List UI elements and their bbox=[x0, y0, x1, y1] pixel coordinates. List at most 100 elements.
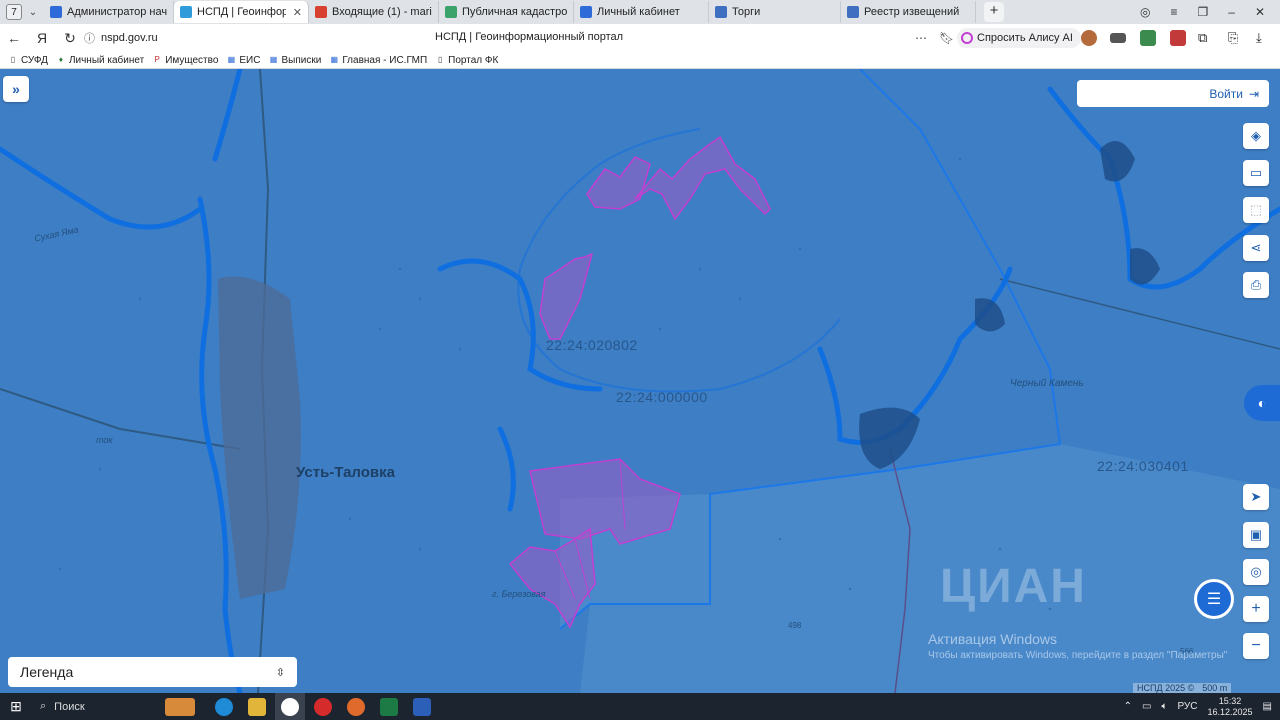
taskbar-app-edge[interactable] bbox=[209, 693, 239, 720]
activation-hint: Чтобы активировать Windows, перейдите в … bbox=[928, 650, 1228, 661]
height-label: 498 bbox=[788, 621, 802, 630]
share-button[interactable]: ⋖ bbox=[1243, 235, 1269, 261]
taskbar-app-yandex[interactable] bbox=[275, 693, 305, 720]
browser-tab[interactable]: Публичная кадастровая bbox=[439, 1, 574, 23]
more-options-icon[interactable]: ⋯ bbox=[915, 31, 927, 45]
browser-tab[interactable]: Личный кабинет bbox=[574, 1, 709, 23]
location-icon: ◎ bbox=[1250, 564, 1262, 579]
extension-green-icon[interactable] bbox=[1140, 30, 1156, 46]
extensions-puzzle-icon[interactable]: ⧉ bbox=[1198, 30, 1214, 46]
taskbar-app-opera[interactable] bbox=[308, 693, 338, 720]
doc-icon: ▯ bbox=[437, 55, 443, 64]
activation-title: Активация Windows bbox=[928, 631, 1058, 647]
extension-avatar-icon[interactable] bbox=[1081, 30, 1097, 46]
search-icon: ⌕ bbox=[40, 700, 47, 712]
assistant-side-tab[interactable]: ◐ bbox=[1244, 385, 1280, 421]
bookmarks-bar: ▯ СУФД ♦ Личный кабинет Р Имущество ▦ ЕИС ▦ Выпис… bbox=[0, 52, 1280, 69]
taskbar-app-excel[interactable] bbox=[374, 693, 404, 720]
grid-icon: ▦ bbox=[227, 55, 236, 64]
close-tab-icon[interactable]: ✕ bbox=[293, 6, 302, 19]
zoom-in-icon: + bbox=[1251, 600, 1261, 617]
taskbar-app-firefox[interactable] bbox=[341, 693, 371, 720]
bookmark-item[interactable]: ▦ ЕИС bbox=[226, 55, 261, 66]
reload-icon[interactable]: ↻ bbox=[56, 30, 84, 47]
layers-button[interactable]: ◈ bbox=[1243, 123, 1269, 149]
select-area-icon: ⬚ bbox=[1249, 202, 1263, 217]
extension-card-icon[interactable] bbox=[1110, 33, 1126, 43]
site-info-icon[interactable]: ⓘ bbox=[84, 30, 95, 46]
location-button[interactable]: ◎ bbox=[1243, 559, 1269, 585]
zoom-in-button[interactable]: + bbox=[1243, 596, 1269, 622]
close-window-icon[interactable]: ✕ bbox=[1255, 5, 1265, 19]
taskbar-search[interactable]: ⌕ Поиск bbox=[32, 693, 162, 720]
copyright-text: НСПД 2025 © bbox=[1137, 683, 1195, 693]
navigate-icon: ➤ bbox=[1250, 489, 1262, 504]
login-button[interactable]: Войти ⇥ bbox=[1077, 80, 1269, 107]
ask-alice-button[interactable]: Спросить Алису AI bbox=[957, 28, 1081, 48]
clock-date: 16.12.2025 bbox=[1207, 706, 1253, 717]
cadastral-label: 22:24:030401 bbox=[1097, 458, 1189, 474]
zoom-out-button[interactable]: − bbox=[1243, 633, 1269, 659]
volume-icon[interactable]: 🔈︎ bbox=[1161, 701, 1167, 712]
map-layer bbox=[0, 69, 1280, 693]
bookmark-item[interactable]: ▦ Выписки bbox=[268, 55, 322, 66]
url-text[interactable]: nspd.gov.ru bbox=[101, 32, 158, 44]
chevron-up-icon[interactable]: ⌃ bbox=[1124, 701, 1132, 712]
taskbar-app-explorer[interactable] bbox=[242, 693, 272, 720]
yandex-icon[interactable]: Я bbox=[28, 30, 56, 46]
browser-tab[interactable]: Торги bbox=[709, 1, 841, 23]
legend-select[interactable]: Легенда ⇳ bbox=[8, 657, 297, 687]
layers-icon: ◈ bbox=[1251, 128, 1261, 143]
tab-label: Входящие (1) - mariatorsi bbox=[332, 6, 432, 18]
bookmark-label: Портал ФК bbox=[448, 54, 499, 66]
taskbar-app-word[interactable] bbox=[407, 693, 437, 720]
cadastral-label: 22:24:000000 bbox=[616, 389, 708, 405]
screen-button[interactable]: ▣ bbox=[1243, 522, 1269, 548]
bookmark-item[interactable]: ▯ СУФД bbox=[8, 55, 48, 66]
place-label: ток bbox=[96, 435, 113, 445]
expand-panel-button[interactable]: » bbox=[3, 76, 29, 102]
tabs-dropdown-icon[interactable]: ⌄ bbox=[26, 7, 40, 18]
browser-tab[interactable]: НСПД | Геоинформац ✕ bbox=[174, 1, 309, 23]
language-indicator[interactable]: РУС bbox=[1177, 701, 1197, 712]
select-area-button[interactable]: ⬚ bbox=[1243, 197, 1269, 223]
print-button[interactable]: ⎙ bbox=[1243, 272, 1269, 298]
scale-distance: 500 m bbox=[1202, 683, 1228, 693]
tab-count[interactable]: 7 bbox=[6, 4, 22, 20]
bookmark-item[interactable]: ▯ Портал ФК bbox=[435, 55, 498, 66]
navigate-button[interactable]: ➤ bbox=[1243, 484, 1269, 510]
clock[interactable]: 15:32 16.12.2025 bbox=[1208, 696, 1253, 718]
notifications-icon[interactable]: ▤ bbox=[1263, 701, 1272, 712]
tab-favicon-icon bbox=[180, 6, 192, 18]
bookmark-item[interactable]: Р Имущество bbox=[152, 54, 219, 66]
bookmark-icon[interactable]: 🔖︎ bbox=[939, 31, 954, 45]
emblem-icon: ♦ bbox=[58, 55, 63, 64]
ruler-icon: ▭ bbox=[1249, 165, 1263, 180]
village-label: Усть-Таловка bbox=[296, 464, 395, 481]
bookmark-item[interactable]: ▦ Главная - ИС.ГМП bbox=[329, 55, 428, 66]
restore-window-icon[interactable]: ❐ bbox=[1198, 5, 1209, 19]
browser-tab[interactable]: Реестр извещений bbox=[841, 1, 976, 23]
new-tab-button[interactable]: + bbox=[984, 2, 1004, 22]
zoom-out-icon: − bbox=[1251, 637, 1261, 654]
minimize-icon[interactable]: – bbox=[1228, 5, 1235, 19]
menu-icon[interactable]: ≡ bbox=[1170, 5, 1177, 19]
downloads-icon[interactable]: ⤓ bbox=[1256, 30, 1272, 46]
back-icon[interactable]: ← bbox=[0, 30, 28, 46]
chat-button[interactable]: ☰ bbox=[1194, 579, 1234, 619]
taskbar-app-widgets[interactable] bbox=[165, 693, 195, 720]
browser-tab[interactable]: Администратор начисле bbox=[44, 1, 174, 23]
profile-icon[interactable]: ◎ bbox=[1140, 5, 1150, 19]
start-button[interactable]: ⊞ bbox=[0, 698, 32, 715]
bookmark-item[interactable]: ♦ Личный кабинет bbox=[56, 55, 144, 66]
collections-icon[interactable]: ⎘ bbox=[1228, 30, 1244, 46]
network-icon[interactable]: ▭ bbox=[1142, 701, 1151, 712]
bookmark-label: Имущество bbox=[165, 54, 219, 66]
tab-label: Личный кабинет bbox=[597, 6, 680, 18]
bookmark-label: СУФД bbox=[21, 54, 48, 66]
tab-favicon-icon bbox=[715, 6, 727, 18]
ruler-button[interactable]: ▭ bbox=[1243, 160, 1269, 186]
extension-red-icon[interactable] bbox=[1170, 30, 1186, 46]
browser-tab[interactable]: Входящие (1) - mariatorsi bbox=[309, 1, 439, 23]
map-canvas[interactable]: 22:24:020802 22:24:000000 22:24:030401 У… bbox=[0, 69, 1280, 693]
